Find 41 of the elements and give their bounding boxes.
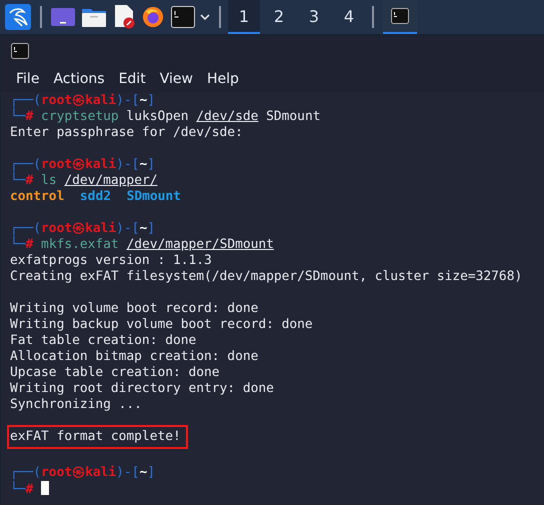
folder-icon[interactable] <box>82 7 106 27</box>
output-line: exfatprogs version : 1.1.3 <box>10 253 213 269</box>
workspace-tab[interactable]: 3 <box>298 0 330 34</box>
terminal-icon <box>11 43 29 59</box>
prompt-line: └─# <box>10 481 544 497</box>
dragon-logo-icon[interactable] <box>5 4 31 30</box>
output-line: Enter passphrase for /dev/sde: <box>10 125 244 141</box>
terminal-icon[interactable] <box>171 6 195 28</box>
caret-icon[interactable] <box>200 14 210 20</box>
prompt-line: ┌──(root㉿kali)-[~] <box>10 93 156 108</box>
prompt-line: └─# cryptsetup luksOpen /dev/sde SDmount <box>10 109 322 125</box>
workspace-tab[interactable]: 1 <box>228 0 260 34</box>
menu-item[interactable]: Edit <box>112 71 153 87</box>
browser-icon[interactable] <box>142 6 164 28</box>
output-line: Upcase table creation: done <box>10 365 221 381</box>
highlighted-output: exFAT format complete! <box>7 425 188 449</box>
prompt-line: └─# ls /dev/mapper/ <box>10 173 158 189</box>
menu-item[interactable]: View <box>152 71 200 87</box>
directory-entry: sdd2 <box>80 189 111 205</box>
terminal-icon <box>391 8 409 24</box>
output-line: Fat table creation: done <box>10 333 198 349</box>
prompt-line: └─# mkfs.exfat /dev/mapper/SDmount <box>10 237 275 253</box>
prompt-line: ┌──(root㉿kali)-[~] <box>10 157 156 172</box>
taskbar-task[interactable] <box>383 0 417 34</box>
document-edit-icon[interactable] <box>113 5 135 29</box>
output-line: Synchronizing ... <box>10 397 143 413</box>
directory-entry: SDmount <box>126 189 181 205</box>
workspace-tab[interactable]: 4 <box>333 0 365 34</box>
menu-item[interactable]: Help <box>200 71 246 87</box>
menu-item[interactable]: File <box>9 71 46 87</box>
menu-item[interactable]: Actions <box>46 71 112 87</box>
prompt-line: ┌──(root㉿kali)-[~] <box>10 465 156 480</box>
prompt-line: ┌──(root㉿kali)-[~] <box>10 221 156 236</box>
desktop-icon[interactable] <box>51 8 75 26</box>
output-line: Writing backup volume boot record: done <box>10 317 314 333</box>
directory-entry: control <box>10 189 64 205</box>
output-line: Allocation bitmap creation: done <box>10 349 260 365</box>
output-line: Creating exFAT filesystem(/dev/mapper/SDmount, cluster size=32768) <box>10 269 524 285</box>
output-line: Writing volume boot record: done <box>10 301 260 317</box>
workspace-tab[interactable]: 2 <box>263 0 295 34</box>
output-line: Writing root directory entry: done <box>10 381 275 397</box>
